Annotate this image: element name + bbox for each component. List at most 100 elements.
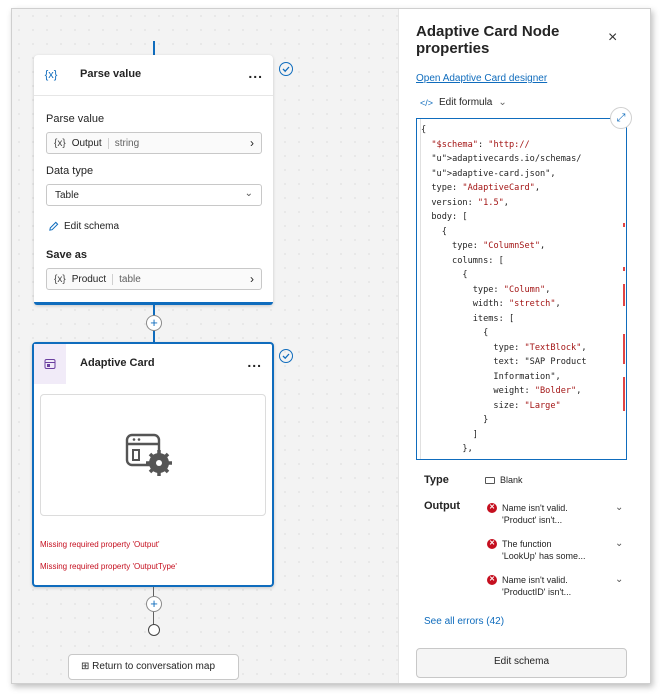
- panel-title: Adaptive Card Node properties: [416, 23, 560, 57]
- code-line: "$schema": "http:// "u">adaptivecards.io…: [421, 140, 581, 165]
- code-line: body: [: [421, 212, 468, 222]
- chevron-down-icon: ⌄: [498, 97, 507, 108]
- code-line: {: [421, 459, 467, 460]
- error-marker: [623, 223, 625, 227]
- more-options-icon[interactable]: ...: [248, 65, 263, 81]
- code-line: type: "Column",: [421, 284, 551, 295]
- save-as-field[interactable]: {x} Product table ›: [46, 268, 262, 290]
- error-message: Missing required property 'OutputType': [40, 562, 177, 571]
- code-line: text: "SAP Product: [421, 357, 587, 367]
- parse-value-label: Parse value: [46, 113, 105, 125]
- error-marker: [623, 267, 625, 271]
- check-circle-icon: [279, 62, 293, 76]
- card-preview[interactable]: [40, 394, 266, 516]
- error-marker: [623, 284, 625, 306]
- chevron-down-icon[interactable]: ⌄: [615, 538, 623, 550]
- error-line: The function: [502, 539, 552, 549]
- open-designer-link[interactable]: Open Adaptive Card designer: [416, 73, 547, 84]
- divider: [34, 95, 273, 96]
- code-line: weight: "Bolder",: [421, 386, 582, 396]
- connector-top: [153, 41, 155, 55]
- flow-canvas[interactable]: {x} Parse value ... Parse value {x} Outp…: [12, 9, 398, 683]
- pencil-icon: [49, 221, 59, 231]
- type-value[interactable]: Blank: [485, 475, 523, 485]
- variable-braces-icon: {x}: [44, 69, 58, 81]
- chevron-right-icon[interactable]: ›: [250, 272, 254, 286]
- variable-icon: {x}: [54, 273, 66, 285]
- data-type-select[interactable]: Table ⌄: [46, 184, 262, 206]
- error-line: 'Product' isn't...: [502, 515, 563, 525]
- code-line: ]: [421, 429, 478, 440]
- map-icon: ⊞: [81, 661, 93, 672]
- parse-value-field[interactable]: {x} Output string ›: [46, 132, 262, 154]
- code-line: type: "ColumnSet",: [421, 241, 546, 251]
- add-node-button[interactable]: +: [146, 315, 162, 331]
- output-label: Output: [424, 500, 461, 512]
- window-frame: {x} Parse value ... Parse value {x} Outp…: [11, 8, 651, 684]
- return-to-conversation-map-button[interactable]: ⊞ Return to conversation map: [68, 654, 239, 680]
- blank-icon: [485, 476, 495, 484]
- editor-gutter: [417, 119, 421, 459]
- edit-schema-link[interactable]: Edit schema: [48, 221, 119, 232]
- code-line: type: "AdaptiveCard",: [421, 183, 541, 193]
- return-label: Return to conversation map: [92, 661, 216, 672]
- code-line: }: [421, 415, 489, 425]
- code-line: {: [421, 270, 468, 280]
- code-line: items: [: [421, 313, 515, 324]
- parse-var-name: Output: [72, 137, 109, 149]
- error-line: 'ProductID' isn't...: [502, 587, 572, 597]
- chevron-down-icon[interactable]: ⌄: [615, 502, 623, 514]
- see-all-errors-link[interactable]: See all errors (42): [424, 616, 504, 627]
- code-icon: </>: [420, 97, 434, 108]
- code-line: size: "Large": [421, 400, 561, 411]
- edit-schema-label: Edit schema: [64, 221, 120, 232]
- expand-icon[interactable]: ⤢: [610, 107, 632, 129]
- code-line: },: [421, 444, 473, 454]
- adaptive-card-icon: [34, 344, 66, 384]
- edit-formula-dropdown[interactable]: </> Edit formula ⌄: [420, 97, 507, 108]
- data-type-label: Data type: [46, 165, 94, 177]
- error-line: Name isn't valid.: [502, 503, 568, 513]
- type-value-text: Blank: [500, 475, 523, 485]
- parse-node-title: Parse value: [80, 68, 142, 80]
- code-line: "u">adaptive-card.json: [431, 168, 546, 179]
- code-line: type: "TextBlock",: [421, 342, 587, 353]
- formula-code[interactable]: { "$schema": "http:// "u">adaptivecards.…: [417, 119, 626, 460]
- error-message: Missing required property 'Output': [40, 540, 160, 549]
- error-icon: ✕: [487, 503, 497, 513]
- card-settings-icon: [125, 433, 172, 476]
- edit-formula-label: Edit formula: [439, 97, 493, 108]
- close-icon[interactable]: ×: [608, 29, 617, 47]
- add-node-button[interactable]: +: [146, 596, 162, 612]
- code-line: "u">adaptivecards.io/schemas/: [431, 154, 582, 164]
- card-node-header[interactable]: Adaptive Card ...: [34, 344, 272, 384]
- save-var-name: Product: [72, 273, 114, 285]
- parse-node-header[interactable]: {x} Parse value ...: [34, 55, 273, 95]
- check-circle-icon: [279, 349, 293, 363]
- code-line: width: "stretch",: [421, 299, 561, 309]
- error-icon: ✕: [487, 575, 497, 585]
- parse-value-node[interactable]: {x} Parse value ... Parse value {x} Outp…: [34, 55, 273, 305]
- error-line: 'LookUp' has some...: [502, 551, 586, 561]
- formula-editor[interactable]: { "$schema": "http:// "u">adaptivecards.…: [416, 118, 627, 460]
- code-line: {: [421, 226, 447, 237]
- adaptive-card-node[interactable]: Adaptive Card ... Missing required prope…: [32, 342, 274, 587]
- card-node-title: Adaptive Card: [80, 357, 155, 369]
- chevron-down-icon[interactable]: ⌄: [615, 574, 623, 586]
- error-line: Name isn't valid.: [502, 575, 568, 585]
- code-line: {: [421, 328, 489, 338]
- code-line: version: "1.5",: [421, 197, 509, 208]
- chevron-right-icon[interactable]: ›: [250, 136, 254, 150]
- code-line: Information",: [421, 371, 561, 382]
- save-as-label: Save as: [46, 249, 87, 261]
- error-icon: ✕: [487, 539, 497, 549]
- edit-schema-button[interactable]: Edit schema: [416, 648, 627, 678]
- more-options-icon[interactable]: ...: [247, 354, 262, 370]
- data-type-value: Table: [55, 190, 79, 201]
- error-marker: [623, 334, 625, 364]
- parse-var-type: string: [114, 137, 140, 149]
- code-line: columns: [: [421, 255, 504, 266]
- code-line: {: [421, 125, 427, 135]
- edit-schema-button-label: Edit schema: [493, 656, 550, 667]
- save-var-type: table: [119, 273, 141, 285]
